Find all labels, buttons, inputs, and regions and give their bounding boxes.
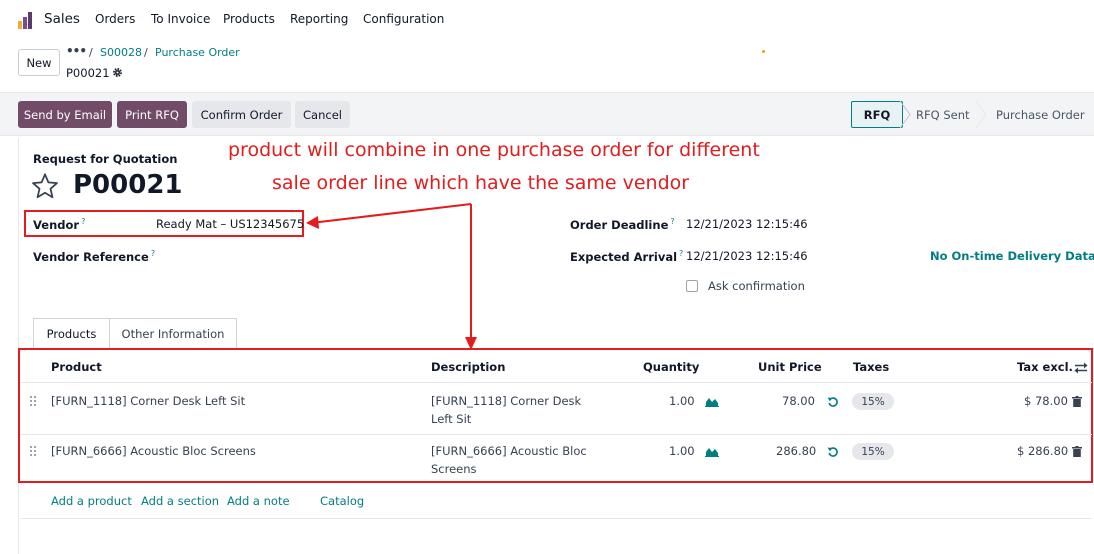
stage-rfq-sent[interactable]: RFQ Sent [916, 101, 970, 128]
ask-confirmation-checkbox[interactable] [686, 280, 698, 292]
column-description[interactable]: Description [431, 360, 505, 374]
tax-badge[interactable]: 15% [852, 443, 894, 460]
confirm-order-button[interactable]: Confirm Order [192, 101, 291, 128]
area-chart-icon[interactable] [705, 396, 719, 407]
row-unit-price[interactable]: 78.00 [782, 394, 815, 408]
print-rfq-button[interactable]: Print RFQ [117, 101, 187, 128]
undo-icon[interactable] [827, 396, 839, 408]
send-by-email-button[interactable]: Send by Email [18, 101, 112, 128]
top-navbar: Sales Orders To Invoice Products Reporti… [0, 0, 1094, 40]
area-chart-icon[interactable] [705, 446, 719, 457]
status-dot [762, 50, 765, 53]
column-taxes[interactable]: Taxes [853, 360, 889, 374]
stage-purchase-order[interactable]: Purchase Order [996, 101, 1085, 128]
gear-icon[interactable] [112, 67, 123, 78]
breadcrumb-purchase-order[interactable]: Purchase Order [155, 46, 240, 59]
undo-icon[interactable] [827, 446, 839, 458]
trash-icon[interactable] [1072, 396, 1082, 407]
breadcrumb-separator: / [89, 46, 93, 59]
drag-handle-icon[interactable] [30, 396, 38, 408]
vendor-reference-label: Vendor Reference? [33, 249, 156, 264]
expected-arrival-label: Expected Arrival? [570, 249, 684, 264]
column-product[interactable]: Product [51, 360, 102, 374]
column-tax-excl[interactable]: Tax excl. [1017, 360, 1073, 374]
catalog-link[interactable]: Catalog [320, 494, 364, 508]
form-subtitle: Request for Quotation [33, 152, 178, 166]
breadcrumb-sale-order[interactable]: S00028 [100, 46, 142, 59]
row-subtotal: $ 78.00 [1024, 394, 1068, 408]
cancel-button[interactable]: Cancel [295, 101, 350, 128]
row-divider [20, 434, 1092, 435]
add-product-link[interactable]: Add a product [51, 494, 132, 508]
annotation-line-1: product will combine in one purchase ord… [228, 139, 760, 161]
row-description[interactable]: [FURN_6666] Acoustic Bloc Screens [431, 442, 606, 478]
row-quantity[interactable]: 1.00 [669, 444, 695, 458]
menu-to-invoice[interactable]: To Invoice [151, 12, 210, 26]
breadcrumb-separator: / [144, 46, 148, 59]
stage-arrow [975, 101, 987, 128]
record-name: P00021 [66, 66, 110, 80]
breadcrumb-collapsed[interactable]: ••• [66, 44, 87, 58]
ask-confirmation-label: Ask confirmation [708, 279, 805, 293]
order-deadline-field[interactable]: 12/21/2023 12:15:46 [686, 217, 808, 231]
optional-columns-icon[interactable] [1074, 362, 1088, 374]
tab-products[interactable]: Products [33, 318, 110, 349]
order-deadline-label: Order Deadline? [570, 217, 675, 232]
new-button[interactable]: New [18, 49, 60, 76]
row-quantity[interactable]: 1.00 [669, 394, 695, 408]
header-divider [20, 382, 1092, 383]
vendor-label: Vendor? [33, 217, 86, 232]
expected-arrival-field[interactable]: 12/21/2023 12:15:46 [686, 249, 808, 263]
drag-handle-icon[interactable] [30, 446, 38, 458]
annotation-line-2: sale order line which have the same vend… [272, 172, 690, 194]
menu-orders[interactable]: Orders [95, 12, 135, 26]
on-time-delivery-link[interactable]: No On-time Delivery Data [930, 249, 1094, 263]
app-brand[interactable]: Sales [44, 11, 80, 27]
column-quantity[interactable]: Quantity [643, 360, 699, 374]
record-title: P00021 [73, 170, 183, 200]
tax-badge[interactable]: 15% [852, 393, 894, 410]
stage-rfq[interactable]: RFQ [851, 101, 903, 128]
menu-configuration[interactable]: Configuration [363, 12, 444, 26]
row-product[interactable]: [FURN_6666] Acoustic Bloc Screens [51, 444, 256, 458]
tab-other-information[interactable]: Other Information [110, 318, 237, 349]
footer-divider [20, 518, 1092, 519]
row-unit-price[interactable]: 286.80 [776, 444, 816, 458]
menu-products[interactable]: Products [223, 12, 275, 26]
star-icon[interactable] [31, 172, 59, 200]
column-unit-price[interactable]: Unit Price [758, 360, 822, 374]
stage-arrow [899, 101, 911, 128]
add-note-link[interactable]: Add a note [227, 494, 290, 508]
add-section-link[interactable]: Add a section [141, 494, 219, 508]
vendor-field[interactable]: Ready Mat – US12345675 [156, 217, 304, 231]
menu-reporting[interactable]: Reporting [290, 12, 348, 26]
row-subtotal: $ 286.80 [1017, 444, 1069, 458]
row-product[interactable]: [FURN_1118] Corner Desk Left Sit [51, 394, 245, 408]
trash-icon[interactable] [1072, 446, 1082, 457]
sales-app-icon[interactable] [18, 11, 38, 29]
row-description[interactable]: [FURN_1118] Corner Desk Left Sit [431, 392, 606, 428]
